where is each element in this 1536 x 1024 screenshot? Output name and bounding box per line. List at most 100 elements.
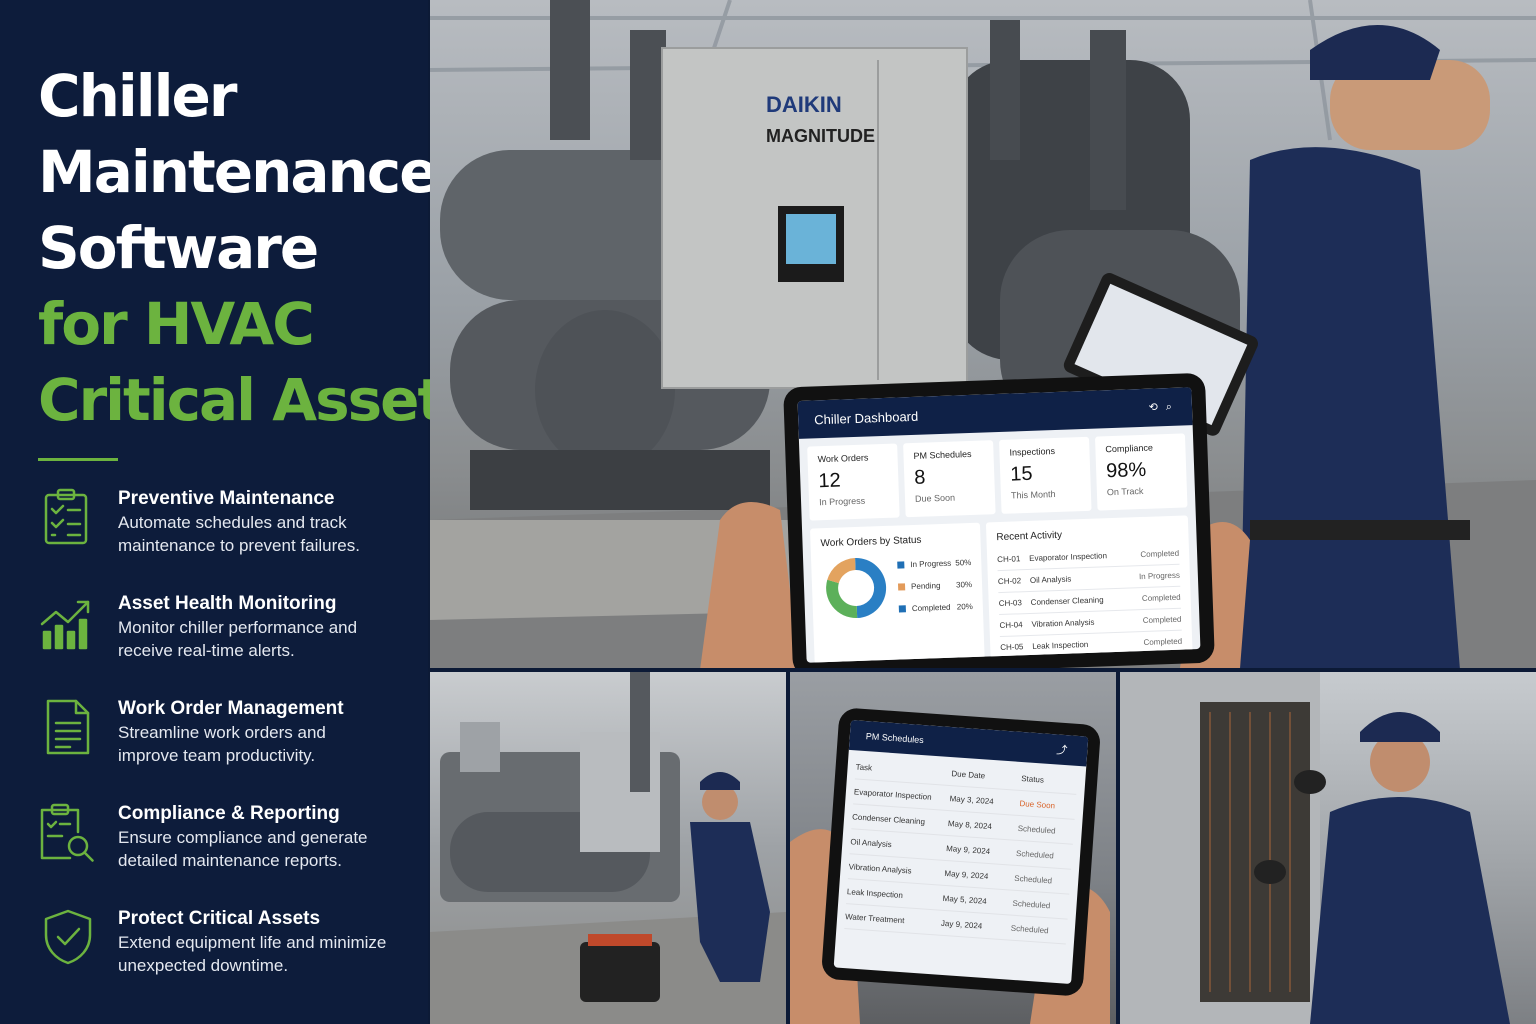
legend-in-progress: In Progress 50% — [897, 551, 972, 576]
legend-label: Completed — [911, 602, 951, 613]
kpi-card-compliance[interactable]: Compliance 98% On Track — [1094, 433, 1188, 511]
photo-technician-coil-inspection — [1120, 672, 1536, 1024]
kpi-value: 15 — [1009, 462, 1033, 486]
chiller-dashboard-tablet: Chiller Dashboard ⟲⌕ Work Orders 12 In P… — [783, 372, 1215, 668]
activity-task: Leak Inspection — [1032, 639, 1089, 651]
legend-label: In Progress — [910, 558, 952, 569]
kpi-sub: On Track — [1106, 485, 1144, 498]
refresh-icon[interactable]: ⟲ — [1148, 401, 1166, 414]
donut-slice — [826, 579, 858, 619]
kpi-sub: Due Soon — [914, 492, 956, 504]
legend-swatch — [897, 560, 905, 569]
kpi-card-pm-schedules[interactable]: PM Schedules 8 Due Soon — [903, 440, 996, 518]
activity-status: Completed — [1140, 548, 1180, 560]
feature-desc: Ensure compliance and generate detailed … — [118, 828, 368, 870]
status-donut-chart — [826, 558, 887, 619]
accent-divider — [38, 458, 118, 461]
kneeling-technician-illustration — [430, 672, 786, 1024]
headline-line-2: Maintenance — [38, 138, 439, 206]
pm-task: Condenser Cleaning — [851, 811, 926, 826]
status-title: Work Orders by Status — [820, 534, 922, 550]
pm-due: May 9, 2024 — [944, 868, 989, 881]
feature-desc: Monitor chiller performance and receive … — [118, 618, 358, 660]
pm-task: Water Treatment — [844, 911, 905, 925]
kpi-label: PM Schedules — [913, 448, 972, 461]
pm-col-due: Due Date — [951, 768, 986, 780]
headline-line-3: Software — [38, 214, 319, 282]
donut-slice — [855, 558, 887, 619]
pm-screen: PM Schedules ⤴ Task Due Date Status Evap… — [833, 720, 1089, 984]
shield-check-icon — [38, 907, 98, 967]
activity-id: CH-05 — [1000, 642, 1024, 653]
pm-due: May 8, 2024 — [947, 818, 993, 831]
kpi-label: Work Orders — [817, 452, 869, 465]
activity-task: Evaporator Inspection — [1029, 551, 1108, 563]
feature-title: Compliance & Reporting — [118, 803, 340, 824]
pm-task: Leak Inspection — [846, 886, 904, 900]
photo-technician-kneeling — [430, 672, 786, 1024]
headline-line-4: for HVAC — [38, 290, 315, 358]
kpi-sub: This Month — [1010, 489, 1056, 501]
feature-item: Preventive Maintenance Automate schedule… — [38, 487, 428, 592]
activity-status: Completed — [1142, 614, 1182, 626]
legend-completed: Completed 20% — [898, 595, 973, 620]
trend-chart-icon — [38, 592, 98, 652]
kpi-card-work-orders[interactable]: Work Orders 12 In Progress — [807, 443, 900, 521]
kpi-label: Compliance — [1105, 442, 1154, 455]
pm-task: Oil Analysis — [850, 836, 893, 849]
feature-title: Preventive Maintenance — [118, 488, 335, 509]
headline-line-5: Critical Assets — [38, 366, 478, 434]
feature-title: Work Order Management — [118, 698, 344, 719]
dashboard-title: Chiller Dashboard — [813, 408, 919, 427]
kpi-value: 12 — [817, 469, 841, 493]
pm-status: Scheduled — [1017, 823, 1056, 836]
feature-title: Asset Health Monitoring — [118, 593, 337, 614]
legend-pct: 30% — [955, 579, 973, 590]
main-photo-chiller-plant: DAIKIN MAGNITUDE Chiller Dashboard ⟲⌕ Wo… — [430, 0, 1536, 668]
activity-id: CH-01 — [997, 554, 1021, 565]
coil-inspection-illustration — [1120, 672, 1510, 1024]
search-icon[interactable]: ⌕ — [1166, 401, 1181, 413]
feature-title: Protect Critical Assets — [118, 908, 321, 929]
donut-slice — [827, 558, 856, 584]
info-panel: Chiller Maintenance Software for HVAC Cr… — [0, 0, 478, 1024]
equipment-model: MAGNITUDE — [766, 126, 875, 146]
activity-status: Completed — [1143, 636, 1183, 648]
share-icon[interactable]: ⤴ — [1056, 741, 1076, 758]
feature-desc: Extend equipment life and minimize unexp… — [118, 933, 387, 975]
activity-title: Recent Activity — [996, 529, 1063, 544]
legend-swatch — [898, 604, 906, 613]
activity-task: Oil Analysis — [1029, 574, 1072, 585]
headline-line-1: Chiller — [38, 62, 237, 130]
pm-due: May 9, 2024 — [945, 843, 991, 856]
feature-item: Compliance & Reporting Ensure compliance… — [38, 802, 428, 907]
dashboard-lower: Work Orders by Status In Progress 50% Pen… — [802, 507, 1201, 663]
kpi-sub: In Progress — [818, 495, 866, 508]
clipboard-checklist-icon — [38, 487, 98, 547]
recent-activity-panel: Recent Activity CH-01 Evaporator Inspecti… — [985, 515, 1193, 663]
legend-swatch — [897, 582, 906, 591]
kpi-card-inspections[interactable]: Inspections 15 This Month — [999, 436, 1092, 514]
pm-task: Evaporator Inspection — [853, 786, 932, 802]
pm-status: Due Soon — [1019, 798, 1056, 810]
kpi-label: Inspections — [1009, 446, 1056, 458]
document-icon — [38, 697, 98, 757]
pm-col-task: Task — [855, 761, 873, 773]
pm-status: Scheduled — [1015, 848, 1055, 860]
pm-status: Scheduled — [1014, 873, 1053, 885]
activity-task: Condenser Cleaning — [1030, 595, 1104, 607]
pm-title: PM Schedules — [865, 731, 925, 746]
pm-due: May 5, 2024 — [942, 893, 987, 906]
feature-desc: Streamline work orders and improve team … — [118, 723, 326, 765]
legend-pending: Pending 30% — [897, 573, 973, 598]
headline: Chiller Maintenance Software for HVAC Cr… — [38, 58, 478, 438]
feature-desc: Automate schedules and track maintenance… — [118, 513, 360, 555]
legend-pct: 50% — [955, 557, 972, 568]
clipboard-search-icon — [38, 802, 98, 862]
status-panel: Work Orders by Status In Progress 50% Pen… — [810, 522, 986, 663]
dashboard-screen: Chiller Dashboard ⟲⌕ Work Orders 12 In P… — [797, 387, 1201, 663]
feature-item: Asset Health Monitoring Monitor chiller … — [38, 592, 428, 697]
feature-item: Protect Critical Assets Extend equipment… — [38, 907, 428, 1012]
activity-task: Vibration Analysis — [1031, 617, 1095, 629]
legend-pct: 20% — [956, 601, 973, 612]
